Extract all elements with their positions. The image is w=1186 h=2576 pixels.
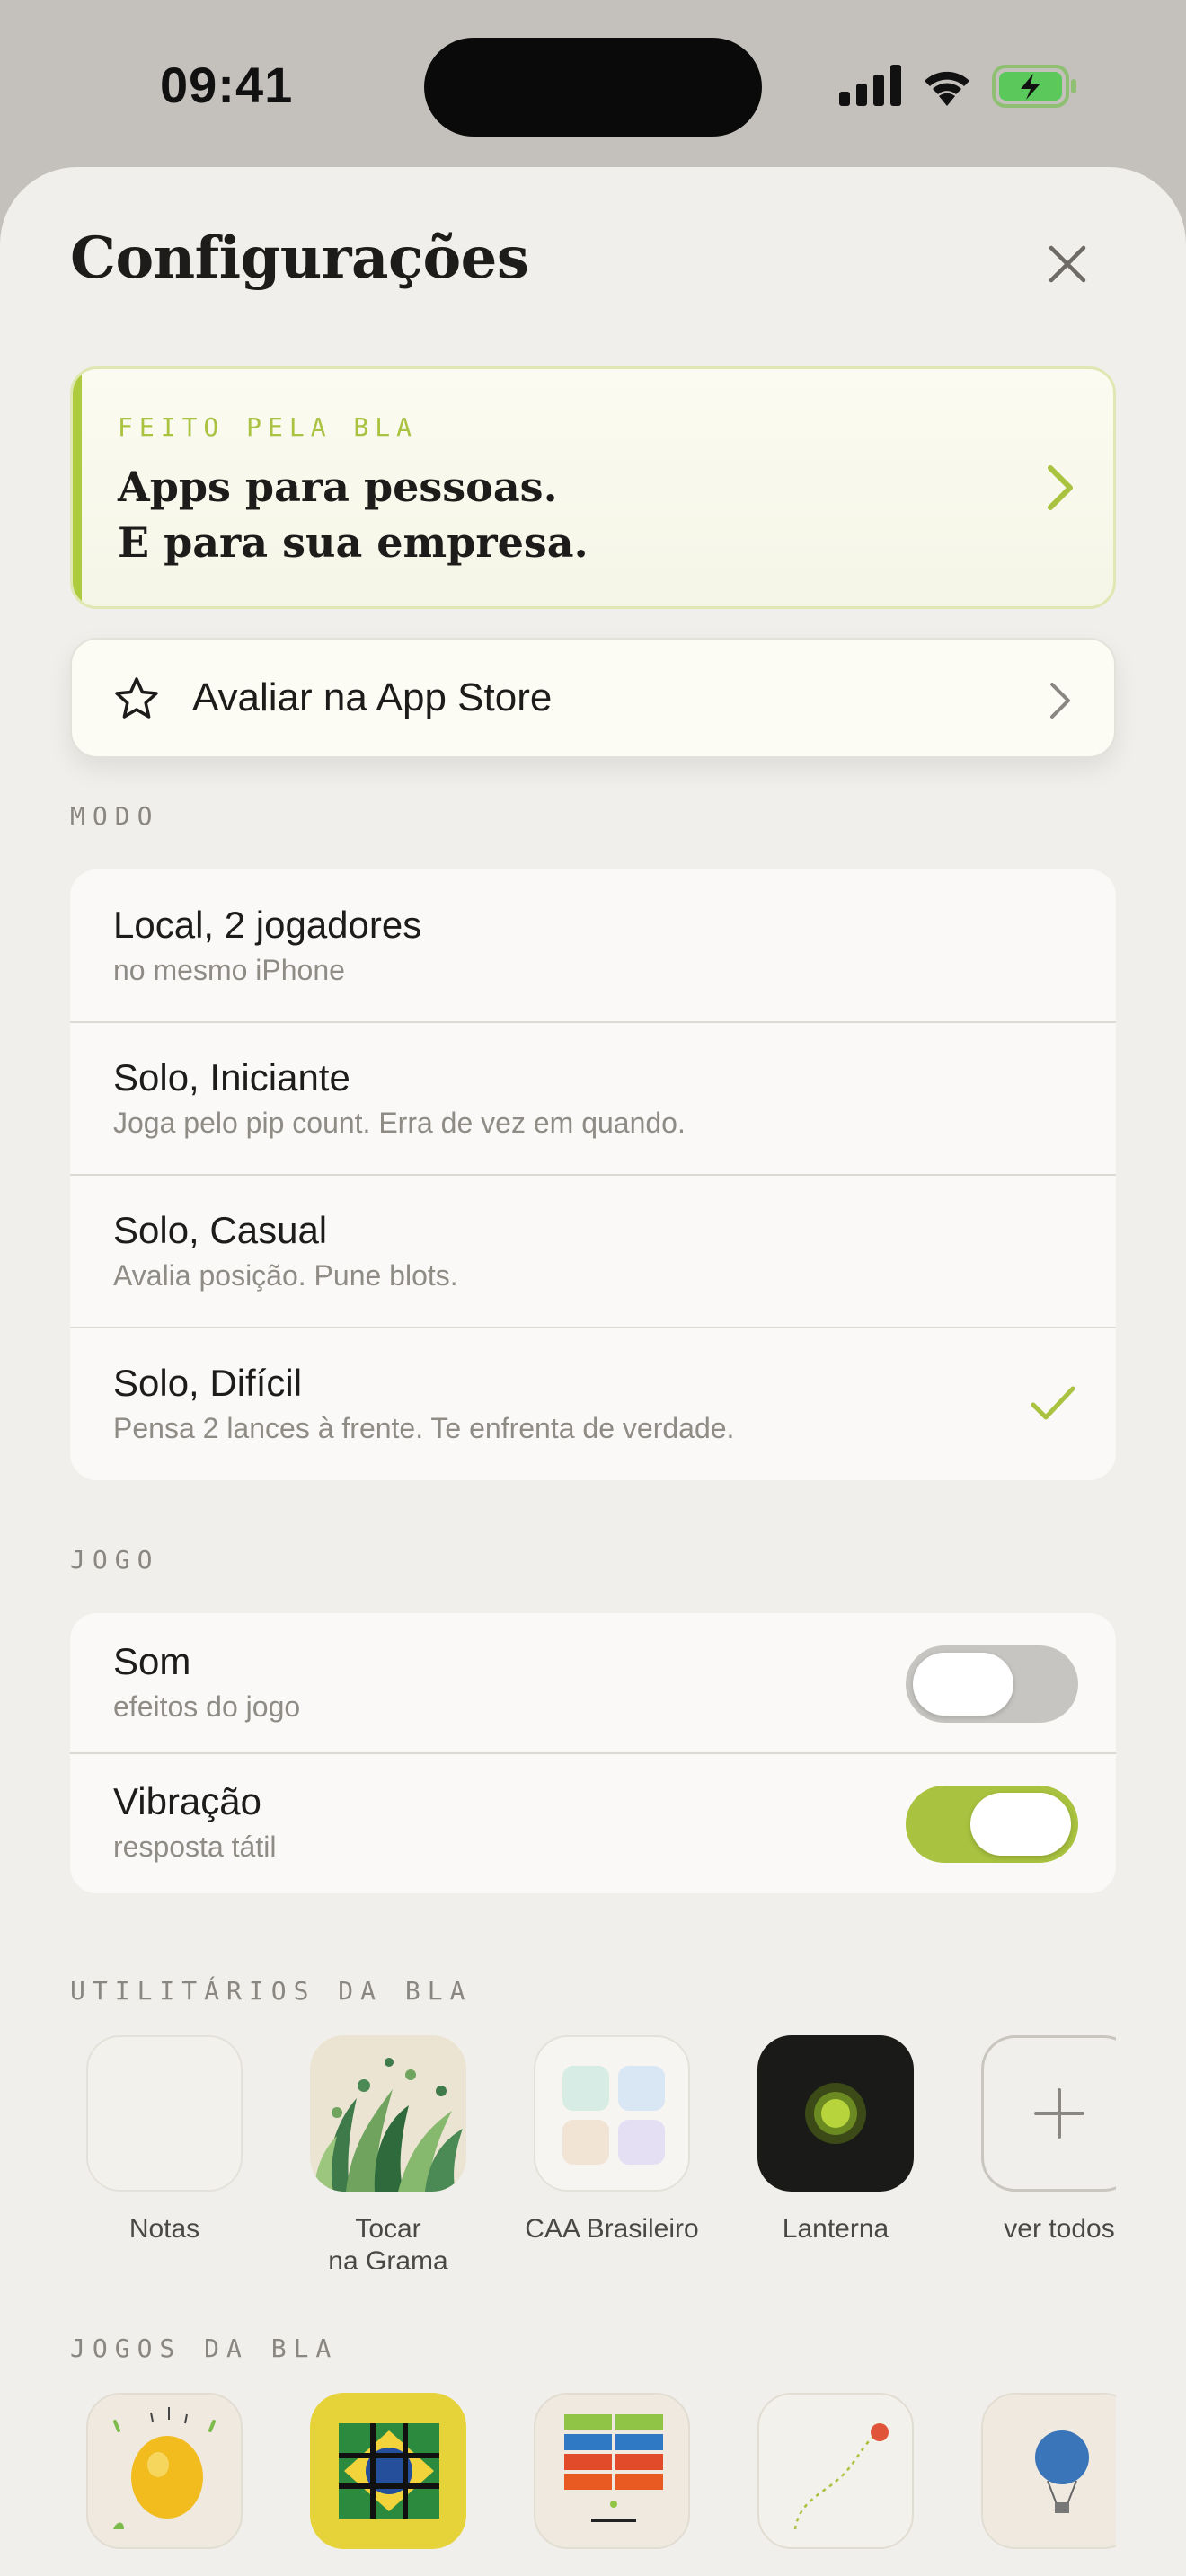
promo-headline-2: E para sua empresa. — [118, 518, 589, 567]
setting-subtitle: resposta tátil — [113, 1831, 277, 1863]
notes-icon — [86, 2035, 243, 2192]
mode-option-solo-iniciante[interactable]: Solo, Iniciante Joga pelo pip count. Err… — [70, 1022, 1116, 1175]
section-header-jogo: JOGO — [70, 1545, 160, 1575]
rate-app-store-label: Avaliar na App Store — [192, 675, 553, 719]
status-time: 09:41 — [160, 57, 294, 113]
cellular-signal-icon — [839, 65, 901, 106]
section-header-modo: MODO — [70, 801, 160, 831]
setting-title: Vibração — [113, 1780, 262, 1822]
game-settings-list: Som efeitos do jogo Vibração resposta tá… — [70, 1613, 1116, 1893]
mode-option-title: Solo, Iniciante — [113, 1056, 350, 1098]
color-blocks-icon — [534, 2393, 690, 2549]
toggle-knob — [913, 1653, 1013, 1716]
battery-charging-icon — [992, 65, 1076, 108]
mode-option-subtitle: Pensa 2 lances à frente. Te enfrenta de … — [113, 1412, 735, 1444]
settings-sheet: Configurações FEITO PELA BLA Apps para p… — [0, 167, 1186, 2576]
mode-option-solo-dificil[interactable]: Solo, Difícil Pensa 2 lances à frente. T… — [70, 1328, 1116, 1480]
brazil-puzzle-icon — [310, 2393, 466, 2549]
app-label: CAA Brasileiro — [525, 2214, 699, 2244]
page-title: Configurações — [70, 225, 529, 292]
egg-game-icon — [86, 2393, 243, 2549]
games-carousel[interactable] — [70, 2393, 1116, 2576]
mode-option-subtitle: no mesmo iPhone — [113, 954, 345, 986]
wifi-icon — [925, 71, 969, 106]
mode-option-subtitle: Joga pelo pip count. Erra de vez em quan… — [113, 1107, 686, 1139]
mode-option-subtitle: Avalia posição. Pune blots. — [113, 1259, 458, 1292]
status-bar: 09:41 — [0, 0, 1186, 167]
sound-toggle[interactable] — [906, 1645, 1078, 1723]
setting-row-vibracao: Vibração resposta tátil — [70, 1753, 1116, 1893]
mode-option-solo-casual[interactable]: Solo, Casual Avalia posição. Pune blots. — [70, 1175, 1116, 1328]
promo-accent-bar — [73, 369, 82, 606]
setting-subtitle: efeitos do jogo — [113, 1690, 301, 1723]
star-icon — [115, 677, 158, 719]
mode-option-title: Solo, Difícil — [113, 1362, 303, 1404]
utilities-carousel[interactable]: Notas Tocar na Grama CAA Brasileiro Lant… — [70, 2035, 1116, 2269]
grass-icon — [310, 2035, 466, 2192]
app-label: Tocar na Grama — [328, 2214, 448, 2269]
bla-promo-card[interactable]: FEITO PELA BLA Apps para pessoas. E para… — [70, 366, 1116, 609]
app-label: Lanterna — [782, 2214, 890, 2244]
close-icon[interactable] — [1042, 239, 1093, 289]
checkmark-icon — [1031, 1386, 1075, 1420]
flashlight-icon — [757, 2035, 914, 2192]
promo-headline-1: Apps para pessoas. — [118, 463, 558, 511]
golf-path-icon — [757, 2393, 914, 2549]
app-label: Notas — [128, 2214, 200, 2244]
dynamic-island — [424, 38, 762, 137]
promo-kicker: FEITO PELA BLA — [118, 412, 419, 442]
balloon-icon — [981, 2393, 1116, 2549]
mode-option-local[interactable]: Local, 2 jogadores no mesmo iPhone — [70, 869, 1116, 1022]
rate-app-store-button[interactable]: Avaliar na App Store — [70, 638, 1116, 758]
mode-option-title: Local, 2 jogadores — [113, 904, 422, 946]
setting-row-som: Som efeitos do jogo — [70, 1613, 1116, 1753]
section-header-utilitarios: UTILITÁRIOS DA BLA — [70, 1976, 473, 2006]
setting-title: Som — [113, 1640, 191, 1682]
mode-option-title: Solo, Casual — [113, 1209, 328, 1251]
toggle-knob — [970, 1793, 1071, 1856]
aac-grid-icon — [534, 2035, 690, 2192]
chevron-right-icon — [1050, 683, 1070, 719]
chevron-right-icon — [1048, 465, 1073, 510]
app-label: ver todos — [1004, 2214, 1115, 2244]
mode-list: Local, 2 jogadores no mesmo iPhone Solo,… — [70, 869, 1116, 1480]
vibration-toggle[interactable] — [906, 1786, 1078, 1863]
plus-icon — [981, 2035, 1116, 2192]
section-header-jogos: JOGOS DA BLA — [70, 2333, 339, 2363]
